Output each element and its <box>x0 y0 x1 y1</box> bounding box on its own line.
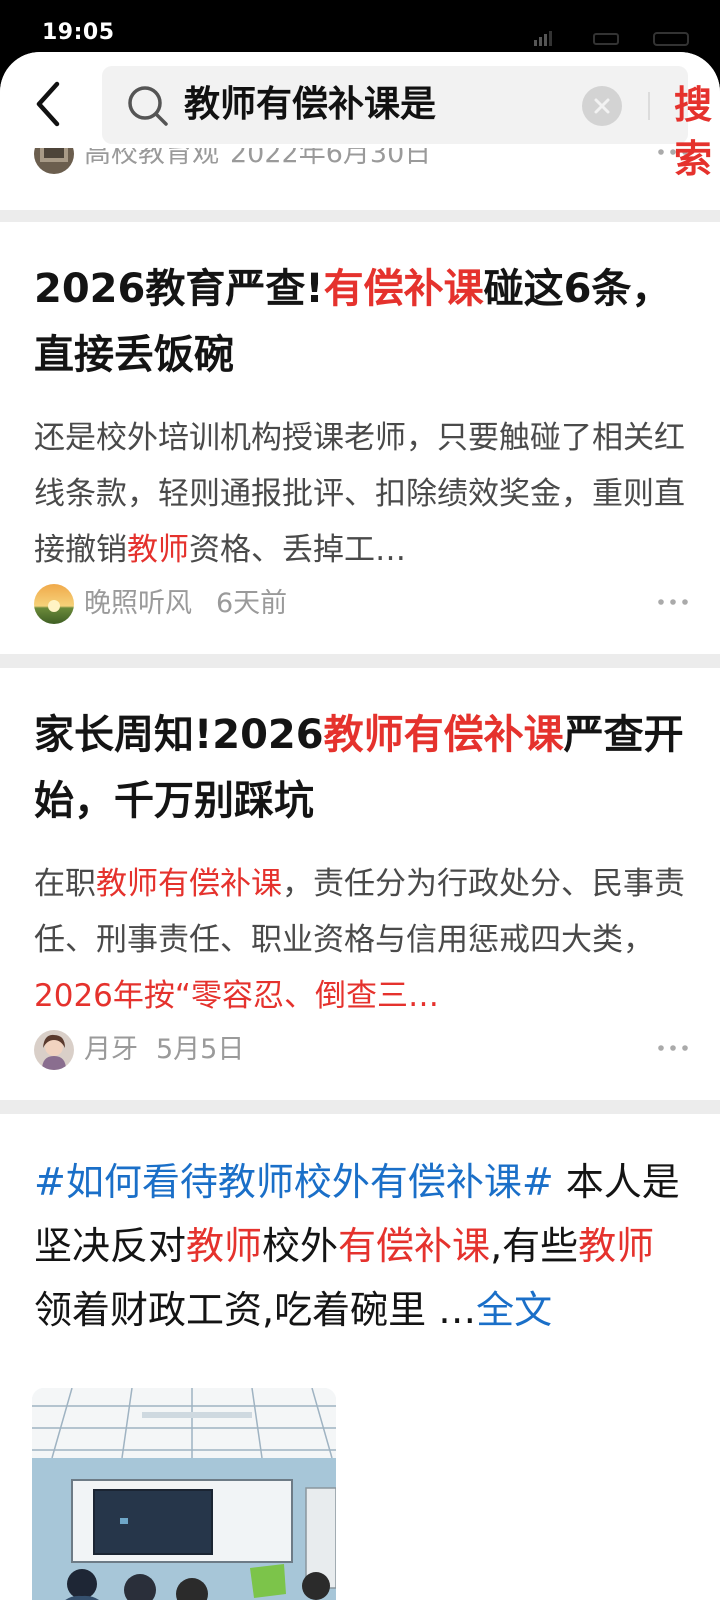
avatar-image <box>34 148 74 174</box>
publish-date: 2022年6月30日 <box>230 148 432 169</box>
result-meta: 晚照听风 6天前 <box>34 584 690 628</box>
search-divider <box>648 92 650 120</box>
summary-text: 资格、丢掉工… <box>189 532 406 568</box>
post-text-segment: 领着财政工资,吃着碗里 … <box>34 1288 477 1332</box>
close-icon <box>594 98 610 114</box>
result-card[interactable]: 2026教育严查!有偿补课碰这6条，直接丢饭碗 还是校外培训机构授课老师，只要触… <box>0 222 720 654</box>
more-icon[interactable] <box>656 592 690 612</box>
author-name[interactable]: 高校教育观 <box>84 148 219 172</box>
search-header: 教师有偿补课是 搜索 <box>0 52 720 181</box>
author-name[interactable]: 晚照听风 <box>84 586 192 622</box>
summary-highlight: 教师 <box>127 532 189 568</box>
search-input-fade <box>502 76 582 134</box>
post-highlight: 教师 <box>578 1224 655 1268</box>
chevron-left-icon <box>36 81 60 127</box>
result-title[interactable]: 家长周知!2026教师有偿补课严查开始，千万别踩坑 <box>34 702 690 834</box>
result-meta: 高校教育观 2022年6月30日 <box>34 148 690 178</box>
summary-highlight: 教师有偿补课 <box>96 866 282 902</box>
result-card[interactable]: 家长周知!2026教师有偿补课严查开始，千万别踩坑 在职教师有偿补课，责任分为行… <box>0 668 720 1100</box>
classroom-illustration <box>32 1388 336 1600</box>
title-highlight: 教师有偿补课 <box>323 712 564 758</box>
post-text-segment: 校外 <box>262 1224 339 1268</box>
avatar[interactable] <box>34 584 74 624</box>
result-summary: 在职教师有偿补课，责任分为行政处分、民事责任、刑事责任、职业资格与信用惩戒四大类… <box>34 856 690 1024</box>
result-title[interactable]: 2026教育严查!有偿补课碰这6条，直接丢饭碗 <box>34 256 690 388</box>
post-highlight: 教师 <box>186 1224 263 1268</box>
search-button[interactable]: 搜索 <box>674 78 712 186</box>
post-image[interactable] <box>32 1388 336 1600</box>
screen: 教师有偿补课是 搜索 高校教育观 2022年6月30日 2026教育严查!有偿补… <box>0 52 720 1600</box>
avatar-image <box>34 1030 74 1070</box>
search-box[interactable]: 教师有偿补课是 搜索 <box>102 66 712 181</box>
post-text[interactable]: #如何看待教师校外有偿补课# 本人是坚决反对教师校外有偿补课,有些教师领着财政工… <box>34 1150 690 1342</box>
avatar[interactable] <box>34 1030 74 1070</box>
summary-highlight: 2026年按“零容忍、倒查三… <box>34 978 439 1014</box>
avatar[interactable] <box>34 148 74 174</box>
result-meta: 月牙 5月5日 <box>34 1030 690 1074</box>
author-name[interactable]: 月牙 <box>84 1032 138 1068</box>
result-summary: 还是校外培训机构授课老师，只要触碰了相关红线条款，轻则通报批评、扣除绩效奖金，重… <box>34 410 690 578</box>
title-text: 2026教育严查! <box>34 266 324 312</box>
status-time: 19:05 <box>42 20 115 45</box>
title-highlight: 有偿补课 <box>323 266 484 312</box>
post-text-segment: ,有些 <box>490 1224 579 1268</box>
back-button[interactable] <box>24 76 72 132</box>
avatar-image <box>34 584 74 624</box>
summary-text: 在职 <box>34 866 96 902</box>
hashtag-link[interactable]: #如何看待教师校外有偿补课# <box>34 1160 554 1204</box>
more-icon[interactable] <box>656 1038 690 1058</box>
clear-icon[interactable] <box>582 86 622 126</box>
read-more-link[interactable]: 全文 <box>476 1288 552 1332</box>
signal-icon <box>534 31 689 46</box>
post-card[interactable]: #如何看待教师校外有偿补课# 本人是坚决反对教师校外有偿补课,有些教师领着财政工… <box>0 1114 720 1600</box>
title-text: 家长周知!2026 <box>34 712 324 758</box>
publish-date: 6天前 <box>216 588 288 619</box>
status-bar: 19:05 <box>0 0 720 60</box>
result-card[interactable]: 高校教育观 2022年6月30日 <box>0 148 720 210</box>
publish-date: 5月5日 <box>156 1034 245 1065</box>
search-icon <box>128 86 168 126</box>
post-highlight: 有偿补课 <box>338 1224 491 1268</box>
